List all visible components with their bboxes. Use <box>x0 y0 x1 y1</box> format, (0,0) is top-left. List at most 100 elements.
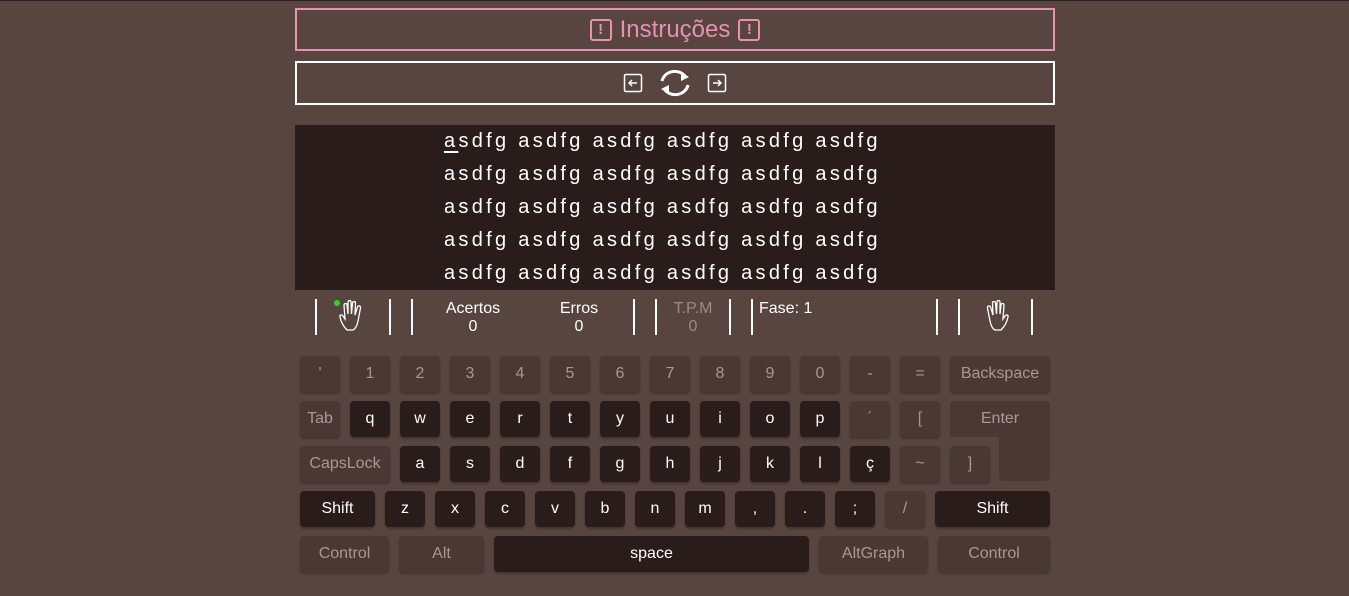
key-j[interactable]: j <box>700 446 740 482</box>
key-left-shift[interactable]: Shift <box>300 491 375 527</box>
key-u[interactable]: u <box>650 401 690 437</box>
erros-stat: Erros 0 <box>545 300 613 336</box>
key-e[interactable]: e <box>450 401 490 437</box>
key-right-shift[interactable]: Shift <box>935 491 1050 527</box>
key-n[interactable]: n <box>635 491 675 527</box>
restart-button[interactable] <box>657 67 693 99</box>
arrow-right-icon <box>707 73 727 93</box>
key-9[interactable]: 9 <box>750 356 790 392</box>
key-p[interactable]: p <box>800 401 840 437</box>
key-enter[interactable]: Enter <box>950 401 1050 437</box>
key-close-bracket[interactable]: ] <box>950 446 990 482</box>
key-comma[interactable]: , <box>735 491 775 527</box>
key-7[interactable]: 7 <box>650 356 690 392</box>
key-semicolon[interactable]: ; <box>835 491 875 527</box>
key-q[interactable]: q <box>350 401 390 437</box>
key-backspace[interactable]: Backspace <box>950 356 1050 392</box>
text-line: asdfg asdfg asdfg asdfg asdfg asdfg <box>444 229 881 251</box>
divider <box>411 299 413 335</box>
erros-value: 0 <box>574 318 584 335</box>
key-capslock[interactable]: CapsLock <box>300 446 390 482</box>
key-minus[interactable]: - <box>850 356 890 392</box>
exclamation-icon: ! <box>589 18 612 41</box>
key-x[interactable]: x <box>435 491 475 527</box>
key-4[interactable]: 4 <box>500 356 540 392</box>
key-6[interactable]: 6 <box>600 356 640 392</box>
refresh-icon <box>660 69 690 97</box>
key-a[interactable]: a <box>400 446 440 482</box>
divider <box>633 299 635 335</box>
erros-label: Erros <box>559 300 599 317</box>
key-slash[interactable]: / <box>885 491 925 527</box>
next-lesson-button[interactable] <box>707 73 727 93</box>
text-line: asdfg asdfg asdfg asdfg asdfg asdfg <box>444 163 881 185</box>
key-tilde[interactable]: ~ <box>900 446 940 482</box>
exclamation-icon: ! <box>738 18 761 41</box>
acertos-value: 0 <box>468 318 478 335</box>
key-v[interactable]: v <box>535 491 575 527</box>
divider <box>958 299 960 335</box>
lesson-controls <box>295 61 1055 105</box>
key-period[interactable]: . <box>785 491 825 527</box>
text-line: asdfg asdfg asdfg asdfg asdfg asdfg <box>444 196 881 218</box>
key-space[interactable]: space <box>494 536 809 572</box>
key-r[interactable]: r <box>500 401 540 437</box>
key-altgraph[interactable]: AltGraph <box>819 536 928 572</box>
key-left-control[interactable]: Control <box>300 536 389 572</box>
key-l[interactable]: l <box>800 446 840 482</box>
key-g[interactable]: g <box>600 446 640 482</box>
key-3[interactable]: 3 <box>450 356 490 392</box>
divider <box>389 299 391 335</box>
key-o[interactable]: o <box>750 401 790 437</box>
key-c-cedilla[interactable]: ç <box>850 446 890 482</box>
arrow-left-icon <box>623 73 643 93</box>
key-h[interactable]: h <box>650 446 690 482</box>
text-line-rest: sdfg asdfg asdfg asdfg asdfg asdfg <box>458 130 881 152</box>
key-y[interactable]: y <box>600 401 640 437</box>
tpm-label: T.P.M <box>673 300 713 317</box>
divider <box>751 299 753 335</box>
key-1[interactable]: 1 <box>350 356 390 392</box>
key-equals[interactable]: = <box>900 356 940 392</box>
key-c[interactable]: c <box>485 491 525 527</box>
current-char: a <box>444 130 459 152</box>
key-alt[interactable]: Alt <box>399 536 484 572</box>
instructions-title: Instruções <box>619 15 731 43</box>
stats-bar: Acertos 0 Erros 0 T.P.M 0 Fase: 1 <box>295 297 1055 337</box>
key-m[interactable]: m <box>685 491 725 527</box>
text-line: asdfg asdfg asdfg asdfg asdfg asdfg <box>444 130 924 153</box>
divider <box>655 299 657 335</box>
key-tab[interactable]: Tab <box>300 401 340 437</box>
divider <box>315 299 317 335</box>
previous-lesson-button[interactable] <box>623 73 643 93</box>
text-line: asdfg asdfg asdfg asdfg asdfg asdfg <box>444 262 881 284</box>
key-z[interactable]: z <box>385 491 425 527</box>
key-8[interactable]: 8 <box>700 356 740 392</box>
key-w[interactable]: w <box>400 401 440 437</box>
key-open-bracket[interactable]: [ <box>900 401 940 437</box>
right-hand-icon <box>986 299 1009 331</box>
divider <box>729 299 731 335</box>
key-s[interactable]: s <box>450 446 490 482</box>
key-f[interactable]: f <box>550 446 590 482</box>
fase-label: Fase: 1 <box>759 300 813 317</box>
tpm-value: 0 <box>688 318 698 335</box>
left-hand-icon <box>339 299 362 331</box>
key-t[interactable]: t <box>550 401 590 437</box>
tpm-stat: T.P.M 0 <box>663 300 723 336</box>
key-acute[interactable]: ´ <box>850 401 890 437</box>
key-k[interactable]: k <box>750 446 790 482</box>
key-d[interactable]: d <box>500 446 540 482</box>
divider <box>1031 299 1033 335</box>
key-0[interactable]: 0 <box>800 356 840 392</box>
key-i[interactable]: i <box>700 401 740 437</box>
acertos-label: Acertos <box>445 300 501 317</box>
key-apostrophe[interactable]: ' <box>300 356 340 392</box>
divider <box>936 299 938 335</box>
key-5[interactable]: 5 <box>550 356 590 392</box>
instructions-button[interactable]: ! Instruções ! <box>295 8 1055 51</box>
key-b[interactable]: b <box>585 491 625 527</box>
key-right-control[interactable]: Control <box>938 536 1050 572</box>
acertos-stat: Acertos 0 <box>435 300 511 336</box>
key-2[interactable]: 2 <box>400 356 440 392</box>
